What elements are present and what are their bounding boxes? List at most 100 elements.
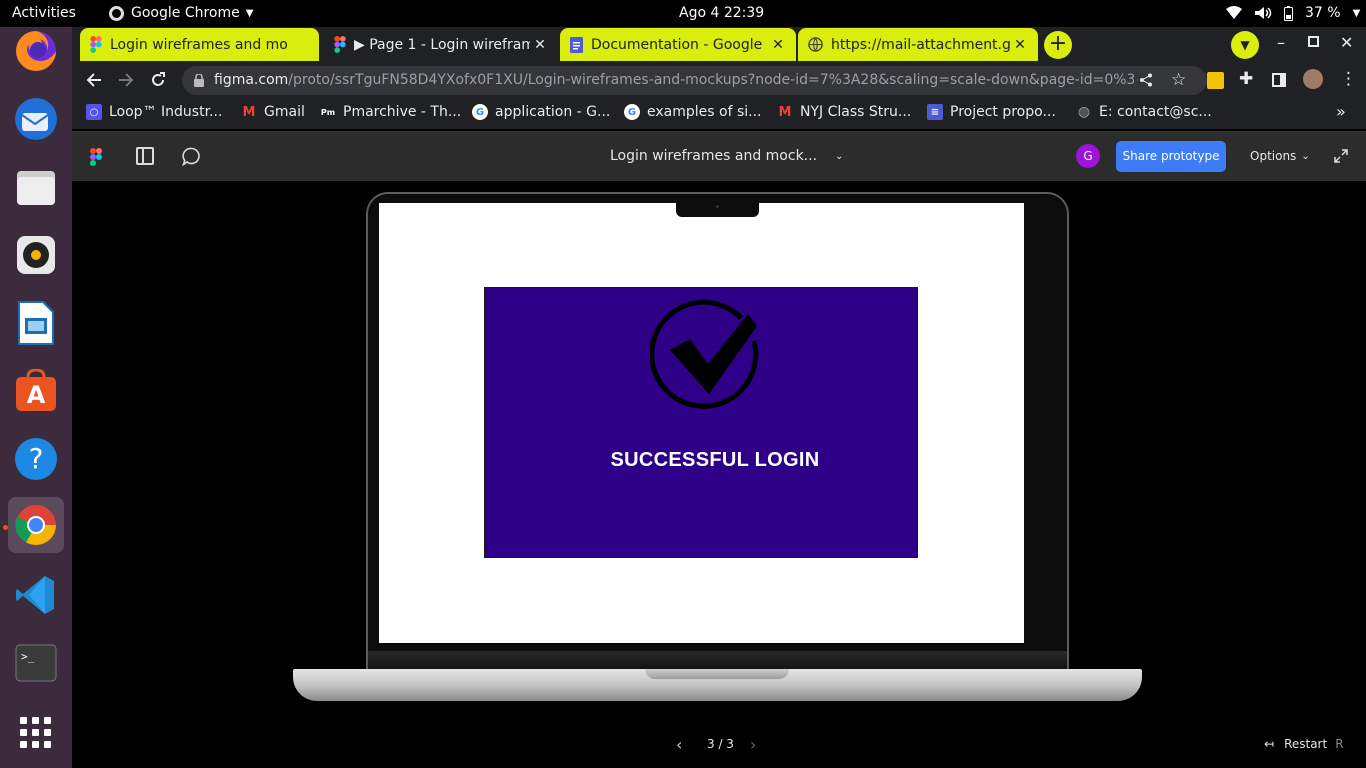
bookmark-item[interactable]: ○ Loop™ Industr... — [86, 104, 222, 120]
bookmark-item[interactable]: M Gmail — [241, 104, 305, 120]
rhythmbox-launcher[interactable] — [8, 227, 64, 283]
page-counter: 3 / 3 — [707, 737, 734, 751]
system-tray[interactable]: 37 % ▼ — [1226, 5, 1360, 21]
restart-arrow-icon: ↤ — [1264, 737, 1275, 751]
figma-icon[interactable] — [90, 148, 102, 166]
bookmark-star-icon[interactable]: ☆ — [1171, 70, 1186, 90]
share-icon[interactable] — [1139, 73, 1153, 87]
app-center-icon: A — [16, 369, 56, 411]
kebab-menu-icon[interactable]: ⋮ — [1340, 69, 1357, 89]
bookmark-item[interactable]: ≡ Project propo... — [927, 104, 1056, 120]
google-docs-icon: ≡ — [927, 104, 943, 120]
app-menu-label: Google Chrome — [131, 5, 240, 21]
battery-icon — [1284, 5, 1293, 21]
new-tab-button[interactable]: + — [1044, 31, 1072, 59]
app-menu[interactable]: Google Chrome ▼ — [109, 5, 253, 21]
wifi-icon — [1226, 6, 1242, 19]
google-docs-icon — [570, 36, 583, 53]
success-message: SUCCESSFUL LOGIN — [610, 449, 820, 471]
gmail-icon: M — [242, 104, 256, 120]
chevron-right-icon[interactable]: › — [750, 735, 756, 754]
show-apps-button[interactable] — [8, 705, 64, 761]
minimize-button[interactable]: – — [1277, 33, 1285, 52]
share-prototype-button[interactable]: Share prototype — [1116, 141, 1226, 172]
lock-icon — [194, 74, 204, 87]
loop-icon: ○ — [86, 104, 102, 120]
bookmark-item[interactable]: Gexamples of si... — [624, 104, 761, 120]
close-window-button[interactable]: ✕ — [1340, 33, 1353, 52]
fullscreen-icon[interactable] — [1334, 149, 1348, 163]
figma-icon — [334, 36, 346, 53]
profile-avatar[interactable] — [1303, 69, 1323, 89]
tab-mail-attachment[interactable]: https://mail-attachment.g ✕ — [798, 28, 1038, 61]
tab-documentation[interactable]: Documentation - Google D ✕ — [560, 28, 796, 61]
terminal-launcher[interactable]: >_ — [8, 635, 64, 691]
address-bar[interactable]: figma.com/proto/ssrTguFN58D4YXofx0F1XU/L… — [182, 66, 1207, 95]
extension-warning-icon[interactable] — [1207, 72, 1224, 89]
chevron-right-icon[interactable]: » — [1336, 102, 1346, 121]
bookmark-item[interactable]: Gapplication - G... — [472, 104, 610, 120]
bookmark-item[interactable]: M NYJ Class Stru... — [777, 104, 912, 120]
firefox-launcher[interactable] — [8, 23, 64, 79]
close-icon[interactable]: ✕ — [1010, 37, 1030, 53]
bookmark-label: examples of si... — [647, 104, 762, 120]
google-icon: G — [472, 104, 488, 120]
puzzle-icon[interactable]: ✚ — [1239, 69, 1253, 89]
maximize-button[interactable] — [1308, 36, 1319, 47]
help-launcher[interactable]: ? — [8, 431, 64, 487]
comment-icon[interactable] — [182, 147, 201, 166]
tab-search-button[interactable]: ▼ — [1231, 31, 1259, 59]
laptop-hinge — [368, 651, 1067, 671]
tab-strip: Login wireframes and mo ▶ Page 1 - Login… — [72, 27, 1366, 63]
restart-label: Restart — [1284, 737, 1328, 751]
tab-page1-login[interactable]: ▶ Page 1 - Login wirefram ✕ — [324, 28, 558, 61]
avatar[interactable]: G — [1076, 144, 1100, 168]
chrome-icon — [15, 505, 56, 545]
activities-button[interactable]: Activities — [12, 5, 76, 21]
running-indicator — [3, 525, 8, 530]
rhythmbox-icon — [17, 236, 55, 274]
sidebar-toggle-icon[interactable] — [136, 147, 154, 165]
checkmark-circle-icon — [650, 299, 759, 409]
side-panel-icon[interactable] — [1272, 73, 1286, 87]
back-arrow-icon[interactable] — [86, 72, 102, 88]
globe-icon — [808, 37, 823, 52]
svg-text:?: ? — [29, 442, 44, 475]
chrome-launcher[interactable] — [8, 497, 64, 553]
files-launcher[interactable] — [8, 159, 64, 215]
google-icon: G — [624, 104, 640, 120]
browser-toolbar: figma.com/proto/ssrTguFN58D4YXofx0F1XU/L… — [72, 63, 1366, 97]
plus-icon: + — [1048, 31, 1068, 56]
system-top-bar: Activities Google Chrome ▼ Ago 4 22:39 3… — [0, 0, 1366, 27]
restart-button[interactable]: ↤ Restart R — [1264, 737, 1344, 751]
thunderbird-launcher[interactable] — [8, 91, 64, 147]
firefox-icon — [16, 31, 56, 71]
pm-icon: Pm — [320, 107, 336, 117]
tab-label: https://mail-attachment.g — [831, 36, 1010, 53]
figma-prototype-header: Login wireframes and mock... ⌄ G Share p… — [72, 131, 1366, 181]
restart-shortcut: R — [1335, 737, 1344, 751]
bookmark-item[interactable]: Pm Pmarchive - Th... — [320, 104, 461, 120]
bookmarks-bar: ○ Loop™ Industr... M Gmail Pm Pmarchive - T… — [72, 97, 1366, 129]
bookmark-label: NYJ Class Stru... — [800, 104, 912, 120]
chevron-left-icon[interactable]: ‹ — [676, 735, 682, 754]
clock[interactable]: Ago 4 22:39 — [679, 5, 764, 21]
file-title-menu[interactable]: Login wireframes and mock... ⌄ — [610, 148, 843, 164]
bookmark-label: Gmail — [264, 104, 305, 120]
libreoffice-impress-icon — [18, 301, 54, 345]
ubuntu-dock: A ? >_ — [0, 27, 72, 768]
vscode-launcher[interactable] — [8, 567, 64, 623]
app-center-launcher[interactable]: A — [8, 363, 64, 419]
impress-launcher[interactable] — [8, 295, 64, 351]
forward-arrow-icon[interactable] — [118, 72, 134, 88]
files-icon — [17, 171, 55, 205]
help-icon: ? — [15, 438, 57, 480]
terminal-icon: >_ — [15, 644, 57, 682]
options-button[interactable]: Options ⌄ — [1250, 149, 1310, 163]
close-icon[interactable]: ✕ — [530, 37, 550, 53]
tab-login-wireframes[interactable]: Login wireframes and mo — [80, 28, 319, 61]
close-icon[interactable]: ✕ — [768, 37, 788, 53]
globe-icon: ◍ — [1077, 104, 1091, 120]
reload-icon[interactable] — [150, 72, 166, 88]
bookmark-item[interactable]: ◍ E: contact@sc... — [1076, 104, 1212, 120]
